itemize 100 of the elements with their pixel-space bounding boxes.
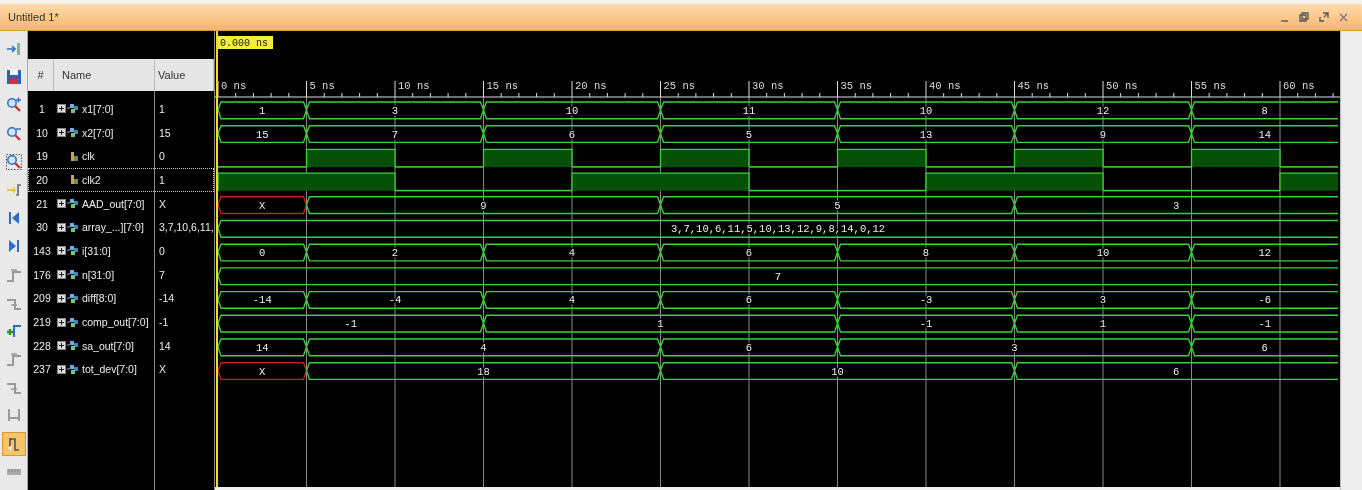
time-tick-label: 40 ns: [929, 80, 961, 92]
signal-row[interactable]: 228 sa_out[7:0] 14: [28, 333, 214, 358]
bus-value-label: -1: [1258, 318, 1272, 331]
signal-name: clk: [82, 150, 95, 163]
column-header[interactable]: Name: [54, 59, 155, 91]
bus-signal-icon: [67, 292, 79, 304]
signal-row[interactable]: 30 array_...][7:0] 3,7,10,6,11,: [28, 215, 214, 240]
bus-value-label: 13: [919, 128, 933, 141]
signal-value: 1: [158, 173, 166, 186]
signal-row[interactable]: 143 i[31:0] 0: [28, 239, 214, 263]
step-left-icon: [5, 351, 22, 368]
bus-value-label: 10: [565, 104, 579, 117]
signal-value: X: [158, 363, 167, 376]
bus-value-label: 6: [745, 247, 753, 260]
bus-value-label: 6: [568, 128, 576, 141]
bus-value-label: X: [259, 199, 266, 212]
bracket-icon: [5, 407, 22, 424]
signal-name: sa_out[7:0]: [82, 339, 134, 352]
expand-icon[interactable]: [57, 246, 66, 256]
zoom-fit-icon: [5, 153, 22, 170]
bus-value-label: 14: [255, 341, 269, 354]
time-tick-label: 60 ns: [1283, 80, 1315, 92]
expand-icon[interactable]: [57, 222, 66, 232]
bus-value-label: 18: [477, 365, 490, 378]
bus-signal-icon: [67, 269, 79, 281]
bus-value-label: 6: [1261, 341, 1268, 354]
bus-value-label: 0: [259, 247, 266, 260]
bit-signal-icon: [70, 150, 79, 162]
bus-value-label: X: [259, 365, 266, 378]
bus-value-label: 5: [834, 199, 841, 212]
signal-row[interactable]: 237 tot_dev[7:0] X: [28, 357, 214, 382]
signal-index: 30: [35, 221, 49, 234]
expand-icon[interactable]: [57, 293, 66, 303]
column-header[interactable]: Value: [155, 59, 214, 91]
signal-name: AAD_out[7:0]: [82, 197, 145, 210]
signal-value: X: [158, 197, 167, 210]
signal-index: 19: [35, 150, 49, 163]
bit-signal-icon: [70, 174, 79, 186]
signal-value: -14: [158, 292, 176, 305]
bus-value-label: 3: [391, 104, 399, 117]
signal-row[interactable]: 20 clk2 1: [28, 168, 214, 192]
signal-index: 209: [32, 292, 52, 305]
window-title: Untitled 1*: [8, 11, 59, 23]
signal-value: 0: [158, 150, 166, 163]
signal-row[interactable]: 19 clk 0: [28, 144, 214, 169]
close-icon[interactable]: [1339, 12, 1348, 22]
signal-row[interactable]: 219 comp_out[7:0] -1: [28, 310, 214, 334]
column-header[interactable]: #: [28, 59, 54, 91]
expand-icon[interactable]: [57, 128, 66, 138]
bus-signal-icon: [67, 221, 79, 233]
signal-index: 10: [35, 126, 49, 139]
signal-name: array_...][7:0]: [82, 221, 144, 234]
time-tick-label: 45 ns: [1017, 80, 1049, 92]
bus-value-label: 3: [1099, 294, 1107, 307]
bus-value-label: 9: [480, 199, 487, 212]
bus-value-label: -6: [1258, 294, 1272, 307]
signal-row[interactable]: 209 diff[8:0] -14: [28, 286, 214, 311]
signal-index: 176: [32, 268, 52, 281]
bus-signal-icon: [67, 198, 79, 210]
bus-value-label: 11: [742, 104, 756, 117]
float-icon[interactable]: [1319, 12, 1329, 22]
save-icon: [5, 69, 22, 86]
bus-value-label: 3: [1173, 199, 1180, 212]
bus-signal-icon: [67, 340, 79, 352]
expand-icon[interactable]: [57, 364, 66, 374]
arrow-step-icon: [5, 181, 22, 198]
signal-value: 0: [158, 244, 166, 257]
bus-value-label: 5: [745, 128, 753, 141]
bus-value-label: 10: [831, 365, 844, 378]
bus-value-label: 10: [919, 104, 933, 117]
signal-row[interactable]: 21 AAD_out[7:0] X: [28, 191, 214, 216]
bus-value-label: 3: [1011, 341, 1018, 354]
time-tick-label: 5 ns: [309, 80, 335, 92]
bus-value-label: 9: [1099, 128, 1107, 141]
signal-row[interactable]: 1 x1[7:0] 1: [28, 97, 214, 121]
expand-icon[interactable]: [57, 317, 66, 327]
signal-row[interactable]: 10 x2[7:0] 15: [28, 120, 214, 145]
bus-value-label: 1: [1099, 318, 1107, 331]
expand-icon[interactable]: [57, 341, 66, 351]
expand-icon[interactable]: [57, 270, 66, 280]
bus-value-label: 1: [259, 104, 266, 117]
signal-row[interactable]: 176 n[31:0] 7: [28, 262, 214, 287]
plus-step-icon: [5, 322, 22, 339]
signal-value: 3,7,10,6,11,: [158, 221, 215, 234]
expand-icon[interactable]: [57, 104, 66, 114]
expand-icon[interactable]: [57, 199, 66, 209]
snap-button[interactable]: [1, 431, 26, 456]
bus-value-label: 6: [745, 294, 753, 307]
signal-value: 1: [158, 102, 166, 115]
bus-signal-icon: [67, 316, 79, 328]
signal-index: 237: [32, 363, 52, 376]
signal-index: 1: [38, 102, 46, 115]
bus-value-label: 12: [1258, 247, 1272, 260]
signal-name: diff[8:0]: [82, 292, 117, 305]
signal-name: tot_dev[7:0]: [82, 363, 137, 376]
restore-icon[interactable]: [1299, 12, 1309, 22]
bus-value-label: 8: [1261, 104, 1268, 117]
bus-signal-icon: [67, 103, 79, 115]
time-tick-label: 50 ns: [1106, 80, 1138, 92]
signal-index: 219: [32, 316, 52, 329]
